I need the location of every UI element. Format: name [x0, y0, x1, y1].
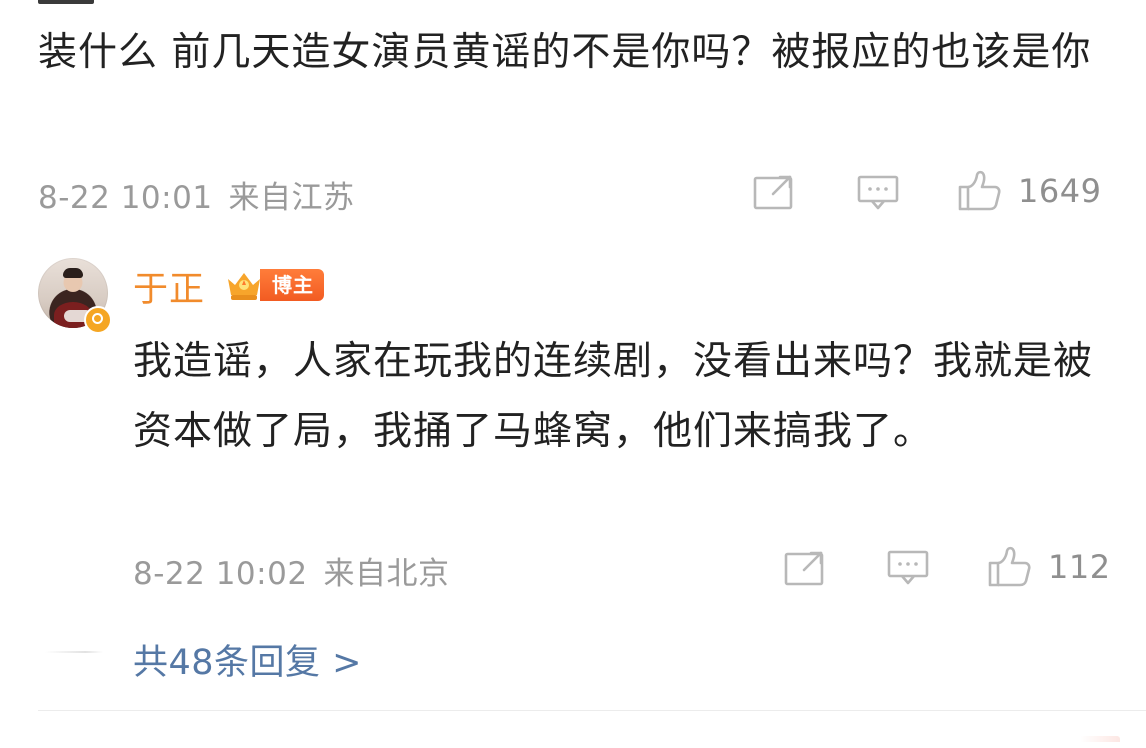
comment-icon[interactable] — [886, 548, 930, 588]
root-comment-like-count: 1649 — [1018, 172, 1102, 210]
reply-time: 8-22 10:02 — [133, 556, 308, 592]
reply-like-count: 112 — [1048, 548, 1111, 586]
comment-icon[interactable] — [856, 173, 900, 213]
verified-badge-icon — [84, 306, 112, 334]
like-icon[interactable] — [954, 168, 1006, 214]
like-icon[interactable] — [984, 544, 1036, 590]
previous-content-fragment — [38, 0, 118, 6]
root-comment-meta: 8-22 10:01 来自江苏 — [38, 172, 355, 217]
share-icon[interactable] — [783, 548, 829, 588]
reply-meta: 8-22 10:02 来自北京 — [133, 548, 450, 593]
author-name[interactable]: 于正 — [133, 261, 205, 312]
crown-icon — [228, 273, 260, 300]
reply-text: 我造谣，人家在玩我的连续剧，没看出来吗？我就是被资本做了局，我捅了马蜂窝，他们来… — [133, 339, 1094, 454]
view-replies-link[interactable]: 共48条回复 > — [133, 634, 362, 685]
root-comment-text: 装什么 前几天造女演员黄谣的不是你吗？被报应的也该是你 — [38, 30, 1092, 75]
root-comment-location: 来自江苏 — [228, 180, 355, 216]
share-icon[interactable] — [752, 172, 798, 212]
blogger-badge: 博主 — [224, 267, 324, 303]
blogger-badge-label: 博主 — [260, 269, 324, 301]
reply-location: 来自北京 — [323, 556, 450, 592]
avatar-hair — [63, 268, 83, 278]
divider — [38, 710, 1146, 711]
root-comment-time: 8-22 10:01 — [38, 180, 213, 216]
bottom-fragment — [1080, 736, 1120, 742]
thread-line — [45, 651, 103, 653]
